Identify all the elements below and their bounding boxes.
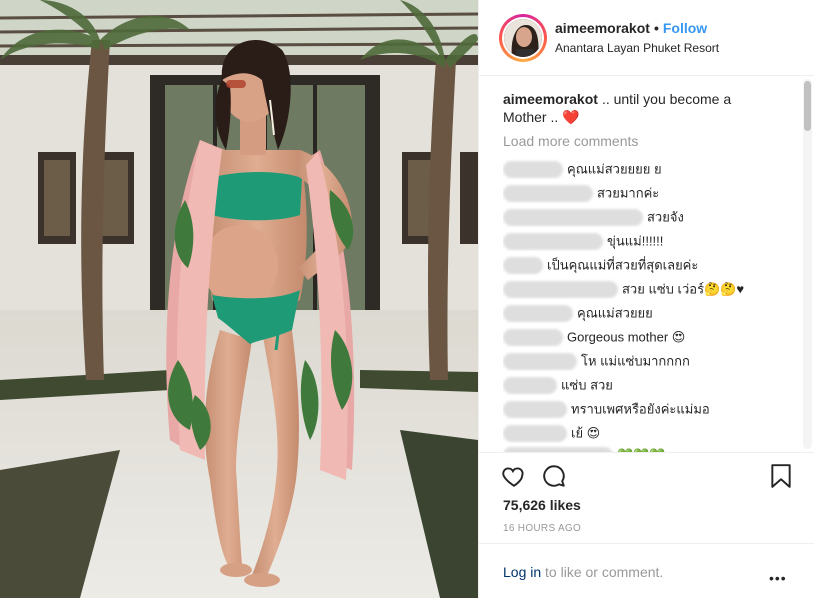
blurred-username[interactable] <box>503 209 643 227</box>
heart-icon-graphic <box>502 467 524 487</box>
post-side-panel: aimeemorakot • Follow Anantara Layan Phuke… <box>478 0 814 598</box>
post-actions: 75,626 likes 16 HOURS AGO Log in to like… <box>479 452 814 598</box>
comment-row: เย้ 😍 <box>503 423 793 443</box>
avatar[interactable] <box>499 14 547 62</box>
bookmark-icon[interactable] <box>769 463 793 494</box>
blurred-username[interactable] <box>503 329 563 347</box>
comment-text: สวย แซ่บ เว่อร์🤔🤔♥ <box>622 281 745 297</box>
location-link[interactable]: Anantara Layan Phuket Resort <box>555 41 719 55</box>
login-text: Log in to like or comment. <box>503 564 663 580</box>
caption-username[interactable]: aimeemorakot <box>503 91 598 107</box>
login-link[interactable]: Log in <box>503 564 541 580</box>
heart-icon[interactable] <box>501 463 527 494</box>
comment-text: ขุ่นแม่!!!!!! <box>607 233 664 249</box>
comments-section[interactable]: aimeemorakot.. until you become a Mother… <box>479 77 814 452</box>
comment-row: สวยจัง <box>503 207 793 227</box>
blurred-username[interactable] <box>503 233 603 251</box>
header-user-line: aimeemorakot • Follow <box>555 20 707 36</box>
blurred-username[interactable] <box>503 353 577 371</box>
comment-text: สวยจัง <box>647 209 684 225</box>
comment-row: สวยมากค่ะ <box>503 183 793 203</box>
load-more-comments-button[interactable]: Load more comments <box>503 133 638 149</box>
comment-text: สวยมากค่ะ <box>597 185 660 201</box>
avatar-image <box>504 19 542 57</box>
comment-text: เป็นคุณแม่ที่สวยที่สุดเลยค่ะ <box>547 257 699 273</box>
blurred-username[interactable] <box>503 281 618 299</box>
post-timestamp[interactable]: 16 HOURS AGO <box>503 523 581 534</box>
blurred-username[interactable] <box>503 185 593 203</box>
comment-icon-graphic <box>543 465 565 487</box>
follow-button[interactable]: Follow <box>663 20 707 36</box>
likes-count[interactable]: 75,626 likes <box>503 497 581 513</box>
comment-row: แซ่บ สวย <box>503 375 793 395</box>
comment-row: สวย แซ่บ เว่อร์🤔🤔♥ <box>503 279 793 299</box>
comment-row: ขุ่นแม่!!!!!! <box>503 231 793 251</box>
comment-text: เย้ 😍 <box>571 425 601 441</box>
photo-illustration <box>0 0 478 598</box>
more-options-icon[interactable]: ••• <box>769 570 787 586</box>
comment-row: Gorgeous mother 😍 <box>503 327 793 347</box>
bookmark-icon-graphic <box>771 464 791 488</box>
avatar-illustration <box>504 19 542 57</box>
comment-text: แซ่บ สวย <box>561 377 613 393</box>
blurred-username[interactable] <box>503 161 563 179</box>
login-prompt: Log in to like or comment. ••• <box>479 543 814 598</box>
post-caption: aimeemorakot.. until you become a Mother… <box>503 90 773 126</box>
comment-text: คุณแม่สวยยย <box>577 305 653 321</box>
comment-row: เป็นคุณแม่ที่สวยที่สุดเลยค่ะ <box>503 255 793 275</box>
post-photo[interactable] <box>0 0 478 598</box>
comment-row: ทราบเพศหรือยังค่ะแม่มอ <box>503 399 793 419</box>
comment-icon[interactable] <box>541 463 567 494</box>
comment-row: 💚💚💚 <box>503 445 793 452</box>
post-header: aimeemorakot • Follow Anantara Layan Phuke… <box>479 0 814 76</box>
comment-text: โห แม่แซ่บมากกกก <box>581 353 690 369</box>
blurred-username[interactable] <box>503 305 573 323</box>
comment-row: คุณแม่สวยยยย ย <box>503 159 793 179</box>
comment-text: ทราบเพศหรือยังค่ะแม่มอ <box>571 401 710 417</box>
scrollbar-thumb[interactable] <box>804 81 811 131</box>
blurred-username[interactable] <box>503 257 543 275</box>
separator-dot: • <box>653 20 659 36</box>
username-link[interactable]: aimeemorakot <box>555 20 650 36</box>
comment-row: โห แม่แซ่บมากกกก <box>503 351 793 371</box>
blurred-username[interactable] <box>503 401 567 419</box>
login-rest-text: to like or comment. <box>541 564 664 580</box>
blurred-username[interactable] <box>503 377 557 395</box>
avatar-border <box>502 17 544 59</box>
caption-emoji: ❤️ <box>562 109 580 125</box>
comment-text: Gorgeous mother 😍 <box>567 329 686 345</box>
blurred-username[interactable] <box>503 425 567 443</box>
comment-text: คุณแม่สวยยยย ย <box>567 161 662 177</box>
comment-row: คุณแม่สวยยย <box>503 303 793 323</box>
comments-scrollbar[interactable] <box>803 79 812 449</box>
